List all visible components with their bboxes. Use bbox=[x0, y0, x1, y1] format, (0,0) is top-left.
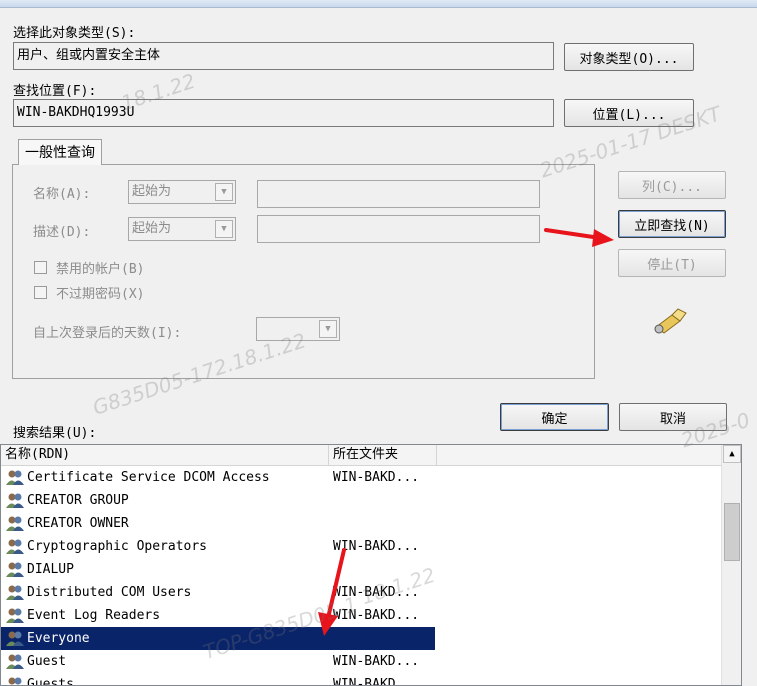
columns-button: 列(C)... bbox=[618, 171, 726, 199]
table-row[interactable]: Distributed COM Users WIN-BAKD... bbox=[1, 581, 721, 604]
column-header-folder[interactable]: 所在文件夹 bbox=[329, 445, 437, 466]
user-group-icon bbox=[5, 538, 25, 555]
results-rows: Certificate Service DCOM Access WIN-BAKD.… bbox=[1, 466, 721, 686]
row-folder: WIN-BAKD... bbox=[333, 677, 420, 686]
row-folder bbox=[333, 512, 443, 535]
non-expiring-password-checkbox bbox=[34, 286, 47, 299]
user-group-icon bbox=[5, 676, 25, 685]
name-match-value: 起始为 bbox=[132, 184, 172, 199]
description-input bbox=[257, 215, 540, 243]
table-row[interactable]: CREATOR GROUP bbox=[1, 489, 721, 512]
annotation-arrow-find bbox=[544, 228, 614, 247]
table-row[interactable]: DIALUP bbox=[1, 558, 721, 581]
location-label: 查找位置(F): bbox=[13, 84, 97, 99]
disabled-accounts-label: 禁用的帐户(B) bbox=[56, 262, 145, 277]
user-group-icon bbox=[5, 515, 25, 532]
table-row[interactable]: CREATOR OWNER bbox=[1, 512, 721, 535]
table-row[interactable]: Certificate Service DCOM Access WIN-BAKD.… bbox=[1, 466, 721, 489]
scroll-thumb[interactable] bbox=[724, 503, 740, 561]
object-type-label: 选择此对象类型(S): bbox=[13, 26, 136, 41]
locations-button[interactable]: 位置(L)... bbox=[564, 99, 694, 127]
chevron-down-icon: ▼ bbox=[215, 220, 233, 238]
user-group-icon bbox=[5, 561, 25, 578]
find-now-button[interactable]: 立即查找(N) bbox=[618, 210, 726, 238]
column-header-name[interactable]: 名称(RDN) bbox=[1, 445, 329, 466]
disabled-accounts-checkbox bbox=[34, 261, 47, 274]
table-row[interactable]: Guests WIN-BAKD... bbox=[1, 673, 721, 686]
ok-button[interactable]: 确定 bbox=[500, 403, 609, 431]
object-types-button[interactable]: 对象类型(O)... bbox=[564, 43, 694, 71]
table-row[interactable]: Everyone bbox=[1, 627, 721, 650]
user-group-icon bbox=[5, 607, 25, 624]
tab-common-queries[interactable]: 一般性查询 bbox=[18, 139, 102, 165]
table-row[interactable]: Event Log Readers WIN-BAKD... bbox=[1, 604, 721, 627]
chevron-down-icon: ▼ bbox=[215, 183, 233, 201]
days-since-logon-combo: ▼ bbox=[256, 317, 340, 341]
scroll-up-icon[interactable]: ▲ bbox=[723, 445, 741, 463]
table-row[interactable]: Guest WIN-BAKD... bbox=[1, 650, 721, 673]
name-label: 名称(A): bbox=[33, 187, 91, 202]
row-folder bbox=[333, 489, 443, 512]
description-match-combo: 起始为 ▼ bbox=[128, 217, 236, 241]
user-group-icon bbox=[5, 492, 25, 509]
location-field: WIN-BAKDHQ1993U bbox=[13, 99, 554, 127]
results-scrollbar[interactable]: ▲ bbox=[721, 445, 741, 685]
user-group-icon bbox=[5, 653, 25, 670]
cancel-button[interactable]: 取消 bbox=[619, 403, 727, 431]
search-results-list[interactable]: 名称(RDN) 所在文件夹 Certificate Service DCOM A… bbox=[0, 444, 742, 686]
table-row[interactable]: Cryptographic Operators WIN-BAKD... bbox=[1, 535, 721, 558]
row-folder: WIN-BAKD... bbox=[333, 470, 420, 485]
stop-button: 停止(T) bbox=[618, 249, 726, 277]
results-header: 名称(RDN) 所在文件夹 bbox=[1, 445, 741, 466]
non-expiring-password-label: 不过期密码(X) bbox=[56, 287, 145, 302]
search-flashlight-icon bbox=[650, 305, 692, 337]
days-since-logon-label: 自上次登录后的天数(I): bbox=[33, 326, 182, 341]
description-label: 描述(D): bbox=[33, 225, 91, 240]
user-group-icon bbox=[5, 469, 25, 486]
chevron-down-icon: ▼ bbox=[319, 320, 337, 338]
user-group-icon bbox=[5, 630, 25, 647]
name-match-combo: 起始为 ▼ bbox=[128, 180, 236, 204]
annotation-arrow-everyone bbox=[318, 548, 346, 636]
object-type-field: 用户、组或内置安全主体 bbox=[13, 42, 554, 70]
user-group-icon bbox=[5, 584, 25, 601]
description-match-value: 起始为 bbox=[132, 221, 172, 236]
row-folder: WIN-BAKD... bbox=[333, 654, 420, 669]
dialog-title-bar bbox=[0, 0, 757, 8]
search-results-label: 搜索结果(U): bbox=[13, 426, 97, 441]
name-input bbox=[257, 180, 540, 208]
